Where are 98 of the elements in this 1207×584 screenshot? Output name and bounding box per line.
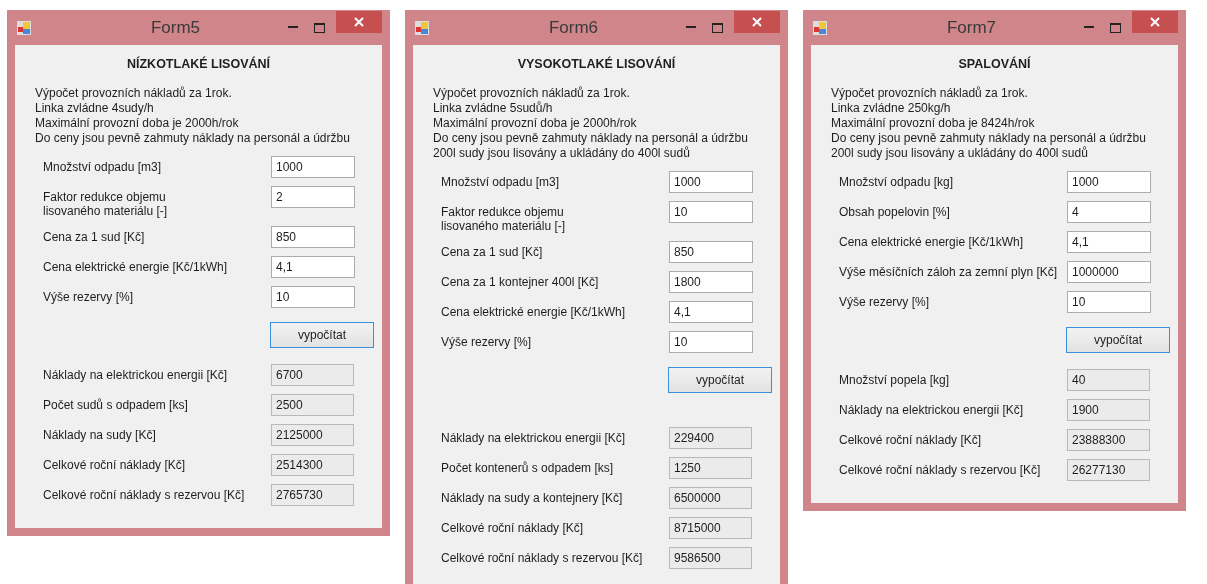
input-field[interactable]: 1800 bbox=[669, 271, 753, 293]
maximize-icon[interactable] bbox=[313, 22, 325, 33]
result-field[interactable]: 8715000 bbox=[669, 517, 752, 539]
input-field[interactable]: 10 bbox=[271, 286, 355, 308]
input-field[interactable]: 2 bbox=[271, 186, 355, 208]
result-label: Náklady na elektrickou energii [Kč] bbox=[43, 367, 229, 382]
description-line: Do ceny jsou pevně zahmuty náklady na personál a údržbu bbox=[831, 131, 1147, 146]
result-label: Náklady na sudy [Kč] bbox=[43, 427, 157, 442]
field-label: Výše rezervy [%] bbox=[839, 294, 931, 309]
calculate-button[interactable]: vypočítat bbox=[270, 322, 374, 348]
result-field[interactable]: 1250 bbox=[669, 457, 752, 479]
field-label: Cena elektrické energie [Kč/1kWh] bbox=[839, 234, 1025, 249]
description-line: 200l sudy jsou lisovány a ukládány do 400l sudů bbox=[433, 146, 691, 161]
description-line: Výpočet provozních nákladů za 1rok. bbox=[35, 86, 233, 101]
result-field[interactable]: 1900 bbox=[1067, 399, 1150, 421]
result-field[interactable]: 9586500 bbox=[669, 547, 752, 569]
field-label: Faktor redukce objemu lisovaného materiálu [-] bbox=[43, 189, 169, 218]
result-label: Celkové roční náklady [Kč] bbox=[441, 520, 585, 535]
result-field[interactable]: 26277130 bbox=[1067, 459, 1150, 481]
field-label: Cena elektrické energie [Kč/1kWh] bbox=[441, 304, 627, 319]
result-label: Množství popela [kg] bbox=[839, 372, 951, 387]
input-field[interactable]: 1000 bbox=[669, 171, 753, 193]
result-field[interactable]: 23888300 bbox=[1067, 429, 1150, 451]
form-heading: NÍZKOTLAKÉ LISOVÁNÍ bbox=[125, 57, 272, 71]
field-label: Množství odpadu [m3] bbox=[43, 159, 163, 174]
result-field[interactable]: 6500000 bbox=[669, 487, 752, 509]
input-field[interactable]: 10 bbox=[1067, 291, 1151, 313]
close-button[interactable] bbox=[734, 10, 780, 33]
close-icon bbox=[752, 16, 762, 27]
field-label: Výše měsíčních záloh za zemní plyn [Kč] bbox=[839, 264, 1059, 279]
description-line: 200l sudy jsou lisovány a ukládány do 400l sudů bbox=[831, 146, 1089, 161]
result-label: Náklady na elektrickou energii [Kč] bbox=[441, 430, 627, 445]
input-field[interactable]: 850 bbox=[271, 226, 355, 248]
input-field[interactable]: 4,1 bbox=[271, 256, 355, 278]
field-label: Množství odpadu [m3] bbox=[441, 174, 561, 189]
input-field[interactable]: 850 bbox=[669, 241, 753, 263]
window-title: Form5 bbox=[149, 17, 202, 38]
description-line: Do ceny jsou pevně zahmuty náklady na personál a údržbu bbox=[433, 131, 749, 146]
app-icon bbox=[17, 20, 31, 35]
result-label: Celkové roční náklady s rezervou [Kč] bbox=[839, 462, 1042, 477]
form-heading: SPALOVÁNÍ bbox=[957, 57, 1032, 71]
description-line: Linka zvládne 250kg/h bbox=[831, 101, 952, 116]
result-label: Celkové roční náklady s rezervou [Kč] bbox=[43, 487, 246, 502]
description-line: Maximální provozní doba je 2000h/rok bbox=[433, 116, 638, 131]
field-label: Výše rezervy [%] bbox=[441, 334, 533, 349]
form-heading: VYSOKOTLAKÉ LISOVÁNÍ bbox=[516, 57, 677, 71]
result-label: Počet kontenerů s odpadem [ks] bbox=[441, 460, 615, 475]
field-label: Faktor redukce objemu lisovaného materiálu [-] bbox=[441, 204, 567, 233]
input-field[interactable]: 10 bbox=[669, 201, 753, 223]
maximize-icon[interactable] bbox=[711, 22, 723, 33]
field-label: Výše rezervy [%] bbox=[43, 289, 135, 304]
result-field[interactable]: 40 bbox=[1067, 369, 1150, 391]
input-field[interactable]: 1000000 bbox=[1067, 261, 1151, 283]
close-button[interactable] bbox=[1132, 10, 1178, 33]
field-label: Obsah popelovin [%] bbox=[839, 204, 951, 219]
description-line: Maximální provozní doba je 2000h/rok bbox=[35, 116, 240, 131]
field-label: Cena za 1 sud [Kč] bbox=[43, 229, 146, 244]
calculate-button[interactable]: vypočítat bbox=[1066, 327, 1170, 353]
description-line: Do ceny jsou pevně zahmuty náklady na personál a údržbu bbox=[35, 131, 351, 146]
description-line: Linka zvládne 4sudy/h bbox=[35, 101, 155, 116]
result-field[interactable]: 2765730 bbox=[271, 484, 354, 506]
result-field[interactable]: 6700 bbox=[271, 364, 354, 386]
result-field[interactable]: 2500 bbox=[271, 394, 354, 416]
window-title: Form7 bbox=[945, 17, 998, 38]
field-label: Cena za 1 sud [Kč] bbox=[441, 244, 544, 259]
result-label: Náklady na elektrickou energii [Kč] bbox=[839, 402, 1025, 417]
description-line: Výpočet provozních nákladů za 1rok. bbox=[831, 86, 1029, 101]
input-field[interactable]: 10 bbox=[669, 331, 753, 353]
field-label: Cena za 1 kontejner 400l [Kč] bbox=[441, 274, 600, 289]
result-label: Náklady na sudy a kontejnery [Kč] bbox=[441, 490, 624, 505]
input-field[interactable]: 1000 bbox=[271, 156, 355, 178]
result-label: Celkové roční náklady s rezervou [Kč] bbox=[441, 550, 644, 565]
result-field[interactable]: 2514300 bbox=[271, 454, 354, 476]
app-icon bbox=[415, 20, 429, 35]
maximize-icon[interactable] bbox=[1109, 22, 1121, 33]
description-line: Maximální provozní doba je 8424h/rok bbox=[831, 116, 1036, 131]
description-line: Výpočet provozních nákladů za 1rok. bbox=[433, 86, 631, 101]
input-field[interactable]: 4,1 bbox=[669, 301, 753, 323]
result-label: Celkové roční náklady [Kč] bbox=[839, 432, 983, 447]
input-field[interactable]: 4 bbox=[1067, 201, 1151, 223]
result-field[interactable]: 2125000 bbox=[271, 424, 354, 446]
input-field[interactable]: 1000 bbox=[1067, 171, 1151, 193]
result-label: Celkové roční náklady [Kč] bbox=[43, 457, 187, 472]
field-label: Množství odpadu [kg] bbox=[839, 174, 955, 189]
field-label: Cena elektrické energie [Kč/1kWh] bbox=[43, 259, 229, 274]
minimize-icon[interactable] bbox=[288, 26, 298, 29]
calculate-button[interactable]: vypočítat bbox=[668, 367, 772, 393]
app-icon bbox=[813, 20, 827, 35]
minimize-icon[interactable] bbox=[1084, 26, 1094, 29]
input-field[interactable]: 4,1 bbox=[1067, 231, 1151, 253]
minimize-icon[interactable] bbox=[686, 26, 696, 29]
description-line: Linka zvládne 5sudů/h bbox=[433, 101, 554, 116]
result-label: Počet sudů s odpadem [ks] bbox=[43, 397, 189, 412]
close-icon bbox=[354, 16, 364, 27]
close-button[interactable] bbox=[336, 10, 382, 33]
window-title: Form6 bbox=[547, 17, 600, 38]
close-icon bbox=[1150, 16, 1160, 27]
result-field[interactable]: 229400 bbox=[669, 427, 752, 449]
